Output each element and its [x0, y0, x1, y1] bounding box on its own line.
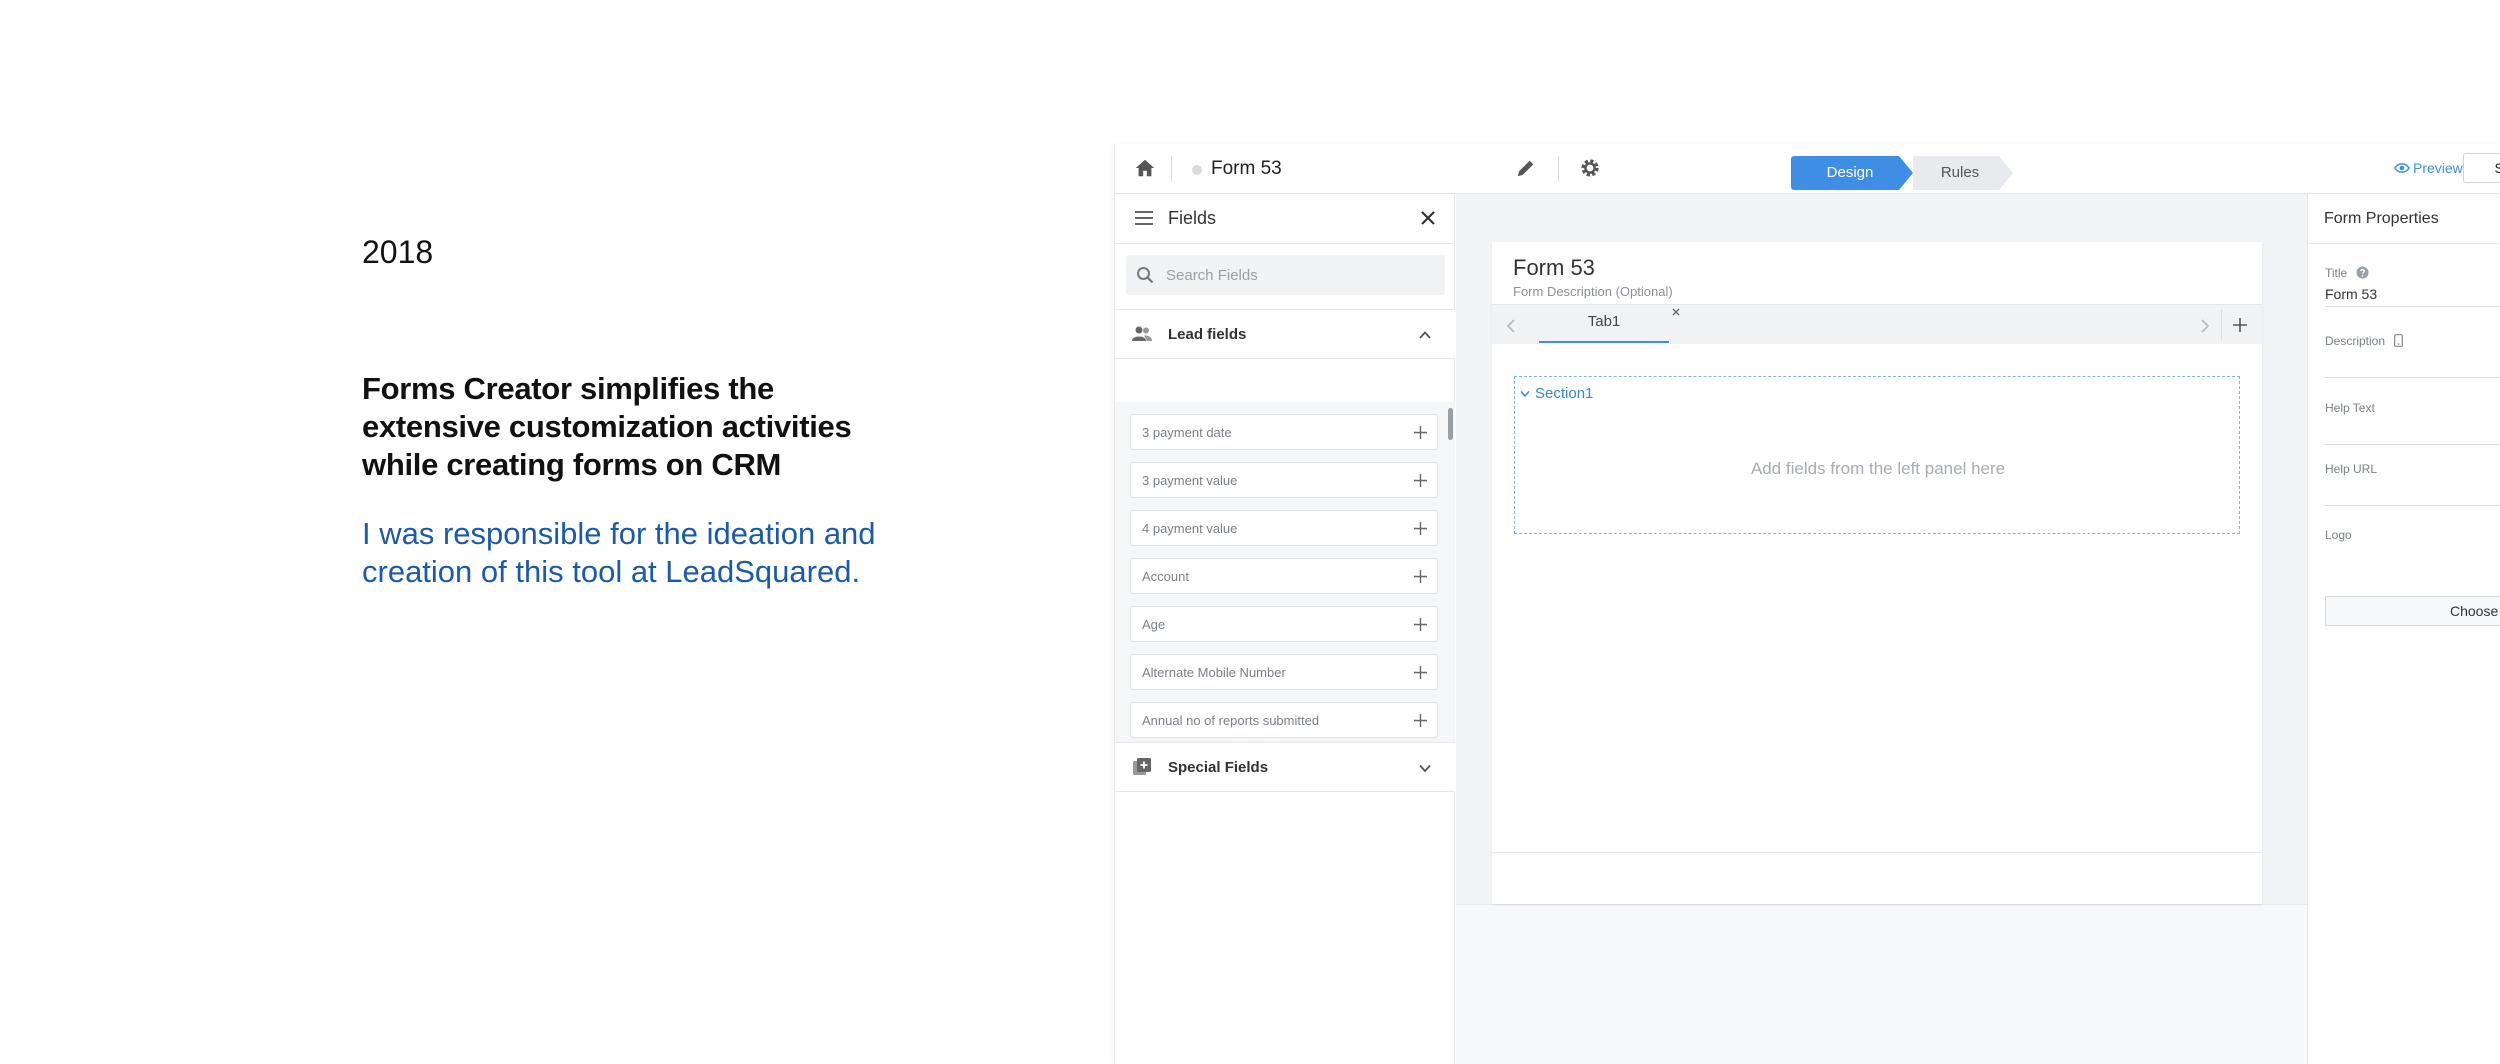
status-dot	[1192, 165, 1202, 175]
pencil-icon[interactable]	[1515, 157, 1537, 179]
lead-fields-label: Lead fields	[1168, 326, 1247, 343]
divider	[1171, 156, 1172, 182]
tab-label: Tab1	[1587, 313, 1621, 330]
title-underline	[2325, 306, 2500, 307]
add-box-icon	[1133, 758, 1151, 775]
tabs-bar: Tab1	[1492, 304, 2262, 344]
close-icon[interactable]	[1672, 308, 1680, 316]
section-title[interactable]: Section1	[1535, 385, 1593, 402]
field-label: 3 payment date	[1142, 425, 1232, 440]
fields-panel-title: Fields	[1168, 208, 1217, 228]
form-card: Form 53 Form Description (Optional) Tab1	[1492, 242, 2262, 904]
help-text-label: Help Text	[2325, 401, 2375, 415]
preview-link[interactable]: Preview	[2394, 160, 2463, 176]
field-item[interactable]: Alternate Mobile Number	[1130, 654, 1438, 690]
form-description[interactable]: Form Description (Optional)	[1513, 284, 1673, 299]
top-bar: Form 53 Design Rules Preview Save	[1115, 144, 2500, 194]
canvas-footer-area	[1456, 904, 2307, 1064]
special-fields-label: Special Fields	[1168, 759, 1269, 776]
field-label: Annual no of reports submitted	[1142, 713, 1320, 728]
form-title[interactable]: Form 53	[1513, 255, 1595, 281]
field-item[interactable]: 3 payment value	[1130, 462, 1438, 498]
mobile-icon[interactable]	[2394, 334, 2404, 347]
title-field[interactable]: Form 53	[2325, 286, 2377, 302]
plus-icon[interactable]	[2232, 317, 2248, 333]
preview-label: Preview	[2413, 160, 2463, 176]
description-label: Description	[2325, 334, 2404, 348]
title-label: Title	[2325, 266, 2369, 280]
chevron-left-icon[interactable]	[1506, 318, 1516, 334]
chevron-right-icon[interactable]	[2200, 318, 2210, 334]
tab-underline	[1539, 341, 1669, 343]
field-label: 4 payment value	[1142, 521, 1238, 536]
plus-icon[interactable]	[1414, 522, 1427, 535]
users-icon	[1132, 326, 1152, 341]
fields-panel-header: Fields	[1115, 194, 1455, 244]
section-hint: Add fields from the left panel here	[1750, 459, 2006, 478]
search-box	[1126, 255, 1445, 295]
save-button[interactable]: Save	[2463, 153, 2500, 183]
field-label: Age	[1142, 617, 1166, 632]
description-field[interactable]	[2325, 377, 2500, 378]
year-label: 2018	[362, 234, 434, 270]
section-dropzone[interactable]: Section1 Add fields from the left panel …	[1514, 376, 2240, 534]
step-design[interactable]: Design	[1791, 156, 1899, 190]
logo-label: Logo	[2325, 528, 2352, 542]
headline: Forms Creator simplifies the extensive c…	[362, 371, 852, 482]
step-design-arrow	[1899, 156, 1913, 190]
forms-creator-app: Form 53 Design Rules Preview Save	[1114, 144, 2500, 1064]
help-url-label: Help URL	[2325, 462, 2378, 476]
field-item[interactable]: Annual no of reports submitted	[1130, 702, 1438, 738]
eye-icon	[2394, 163, 2410, 173]
divider	[1558, 156, 1559, 182]
field-item[interactable]: 4 payment value	[1130, 510, 1438, 546]
home-icon[interactable]	[1134, 157, 1156, 179]
plus-icon[interactable]	[1414, 474, 1427, 487]
plus-icon[interactable]	[1414, 714, 1427, 727]
field-label: 3 payment value	[1142, 473, 1238, 488]
field-label: Alternate Mobile Number	[1142, 665, 1286, 680]
form-name[interactable]: Form 53	[1211, 158, 1282, 180]
field-item[interactable]: Account	[1130, 558, 1438, 594]
plus-icon[interactable]	[1414, 426, 1427, 439]
close-icon[interactable]	[1420, 210, 1436, 226]
help-text-field[interactable]	[2325, 444, 2500, 445]
divider	[2221, 309, 2222, 341]
description-label-text: Description	[2325, 334, 2386, 348]
chevron-down-icon[interactable]	[1520, 390, 1530, 398]
divider	[1492, 852, 2262, 853]
field-item[interactable]: Age	[1130, 606, 1438, 642]
form-properties-header: Form Properties	[2308, 194, 2500, 244]
lead-fields-group[interactable]: Lead fields	[1115, 309, 1455, 359]
search-input[interactable]	[1166, 255, 1436, 295]
help-url-field[interactable]	[2325, 505, 2500, 506]
chevron-up-icon[interactable]	[1418, 328, 1432, 342]
field-item[interactable]: 3 payment date	[1130, 414, 1438, 450]
special-fields-group[interactable]: Special Fields	[1115, 742, 1455, 792]
plus-icon[interactable]	[1414, 570, 1427, 583]
chevron-down-icon[interactable]	[1418, 761, 1432, 775]
step-rules-arrow	[1999, 156, 2013, 190]
lead-field-list: 3 payment date 3 payment value 4 payment…	[1115, 402, 1455, 742]
choose-file-button[interactable]: Choose f	[2325, 596, 2500, 626]
hamburger-icon[interactable]	[1135, 210, 1153, 226]
help-icon[interactable]	[2356, 266, 2369, 279]
gear-icon[interactable]	[1578, 156, 1602, 180]
form-canvas: Form 53 Form Description (Optional) Tab1	[1456, 194, 2307, 1064]
scrollbar[interactable]	[1448, 408, 1453, 440]
plus-icon[interactable]	[1414, 666, 1427, 679]
plus-icon[interactable]	[1414, 618, 1427, 631]
step-rules[interactable]: Rules	[1913, 156, 1999, 190]
fields-panel: Fields Lead fields	[1115, 194, 1455, 1064]
field-label: Account	[1142, 569, 1189, 584]
form-properties-panel: Form Properties Title Form 53 Descriptio…	[2307, 194, 2500, 1064]
search-icon	[1137, 267, 1154, 284]
title-label-text: Title	[2325, 266, 2348, 280]
form-properties-title: Form Properties	[2324, 210, 2439, 227]
subline: I was responsible for the ideation and c…	[362, 516, 876, 589]
tab-tab1[interactable]: Tab1	[1539, 305, 1669, 345]
